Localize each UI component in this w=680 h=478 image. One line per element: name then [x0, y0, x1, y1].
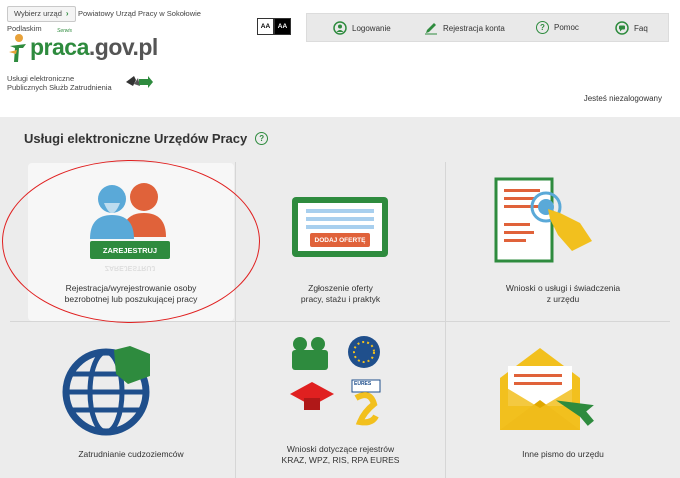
tile-job-offer[interactable]: DODAJ OFERTĘ Zgłoszenie oferty pracy, st…	[236, 163, 445, 321]
nav-help-label: Pomoc	[554, 23, 579, 32]
page-title-text: Usługi elektroniczne Urzędów Pracy	[24, 131, 248, 146]
tile-registers[interactable]: EURES Wnioski dotyczące rejestrów KRAZ, …	[236, 322, 445, 478]
globe-icon	[62, 346, 150, 436]
tagline-line2: Publicznych Służb Zatrudnienia	[7, 83, 112, 92]
nav-register[interactable]: Rejestracja konta	[424, 21, 505, 35]
tagline-line1: Usługi elektroniczne	[7, 74, 75, 83]
register-badge-reflection: ZAREJESTRUJ	[104, 264, 156, 271]
tile-registration[interactable]: ZAREJESTRUJ ZAREJESTRUJ Rejestracja/wyre…	[28, 163, 234, 321]
pencil-icon	[425, 23, 437, 35]
contrast-normal-button[interactable]: AA	[257, 18, 274, 35]
tile-label: Wnioski o usługi i świadczenia z urzędu	[446, 283, 680, 305]
chevron-right-icon: ›	[65, 9, 69, 18]
nav-login-label: Logowanie	[352, 23, 391, 33]
site-logo[interactable]: Serwis praca.gov.pl	[6, 28, 166, 66]
monitor-icon	[292, 197, 388, 257]
tile-applications[interactable]: Wnioski o usługi i świadczenia z urzędu	[446, 163, 680, 321]
tile-label-line2: z urzędu	[546, 294, 580, 304]
tile-label-line1: Inne pismo do urzędu	[522, 449, 604, 459]
tile-label-line2: bezrobotnej lub poszukującej pracy	[64, 294, 198, 304]
tile-foreigners[interactable]: Zatrudnianie cudzoziemców	[28, 322, 234, 478]
office-name: Powiatowy Urząd Pracy w Sokołowie	[78, 9, 201, 18]
page-title: Usługi elektroniczne Urzędów Pracy ?	[24, 131, 269, 146]
eagle-arrow-icon	[126, 76, 153, 88]
tile-label-line1: Rejestracja/wyrejestrowanie osoby	[65, 283, 197, 293]
registers-icon	[290, 336, 381, 426]
logo-text-main: praca	[30, 34, 89, 60]
tile-label: Inne pismo do urzędu	[446, 449, 680, 460]
contrast-high-button[interactable]: AA	[274, 18, 291, 35]
choose-office-label: Wybierz urząd	[14, 9, 62, 18]
tile-label-line2: pracy, stażu i praktyk	[300, 294, 381, 304]
nav-help[interactable]: ? Pomoc	[536, 21, 579, 34]
logo-figure-icon	[9, 34, 26, 62]
add-offer-badge[interactable]: DODAJ OFERTĘ	[310, 233, 370, 247]
logo-text-domain: .gov.pl	[88, 34, 158, 60]
page-header: Wybierz urząd › Powiatowy Urząd Pracy w …	[0, 0, 680, 117]
tile-label-line1: Wnioski dotyczące rejestrów	[286, 444, 395, 454]
tile-label: Zgłoszenie oferty pracy, stażu i praktyk	[236, 283, 445, 305]
tile-label-line2: KRAZ, WPZ, RIS, RPA EURES	[281, 455, 400, 465]
contrast-switcher: AA AA	[257, 18, 291, 35]
question-icon[interactable]: ?	[255, 132, 269, 145]
tile-label: Rejestracja/wyrejestrowanie osoby bezrob…	[28, 283, 234, 305]
user-icon	[333, 21, 347, 35]
nav-login[interactable]: Logowanie	[333, 21, 391, 35]
eures-label: EURES	[354, 381, 372, 387]
services-section: Usługi elektroniczne Urzędów Pracy ? ZAR…	[0, 117, 680, 478]
tile-label: Wnioski dotyczące rejestrów KRAZ, WPZ, R…	[236, 444, 445, 466]
tile-label-line1: Zatrudnianie cudzoziemców	[78, 449, 184, 459]
tile-other-letter[interactable]: Inne pismo do urzędu	[446, 322, 680, 478]
document-hand-icon	[494, 177, 592, 263]
top-navigation: Logowanie Rejestracja konta ? Pomoc Faq	[306, 13, 669, 42]
envelope-icon	[500, 348, 594, 430]
nav-faq-label: Faq	[634, 23, 648, 33]
tagline: Usługi elektroniczne Publicznych Służb Z…	[7, 74, 112, 92]
tile-label-line1: Zgłoszenie oferty	[308, 283, 373, 293]
register-badge[interactable]: ZAREJESTRUJ	[90, 241, 170, 259]
nav-faq[interactable]: Faq	[615, 21, 648, 35]
choose-office-button[interactable]: Wybierz urząd ›	[7, 6, 76, 22]
user-status: Jesteś niezalogowany	[583, 94, 662, 103]
tile-label: Zatrudnianie cudzoziemców	[28, 449, 234, 460]
nav-register-label: Rejestracja konta	[443, 23, 505, 33]
chat-icon	[615, 21, 629, 35]
logo-text: praca.gov.pl	[30, 34, 158, 61]
tile-label-line1: Wnioski o usługi i świadczenia	[505, 283, 621, 293]
question-icon: ?	[536, 21, 549, 34]
